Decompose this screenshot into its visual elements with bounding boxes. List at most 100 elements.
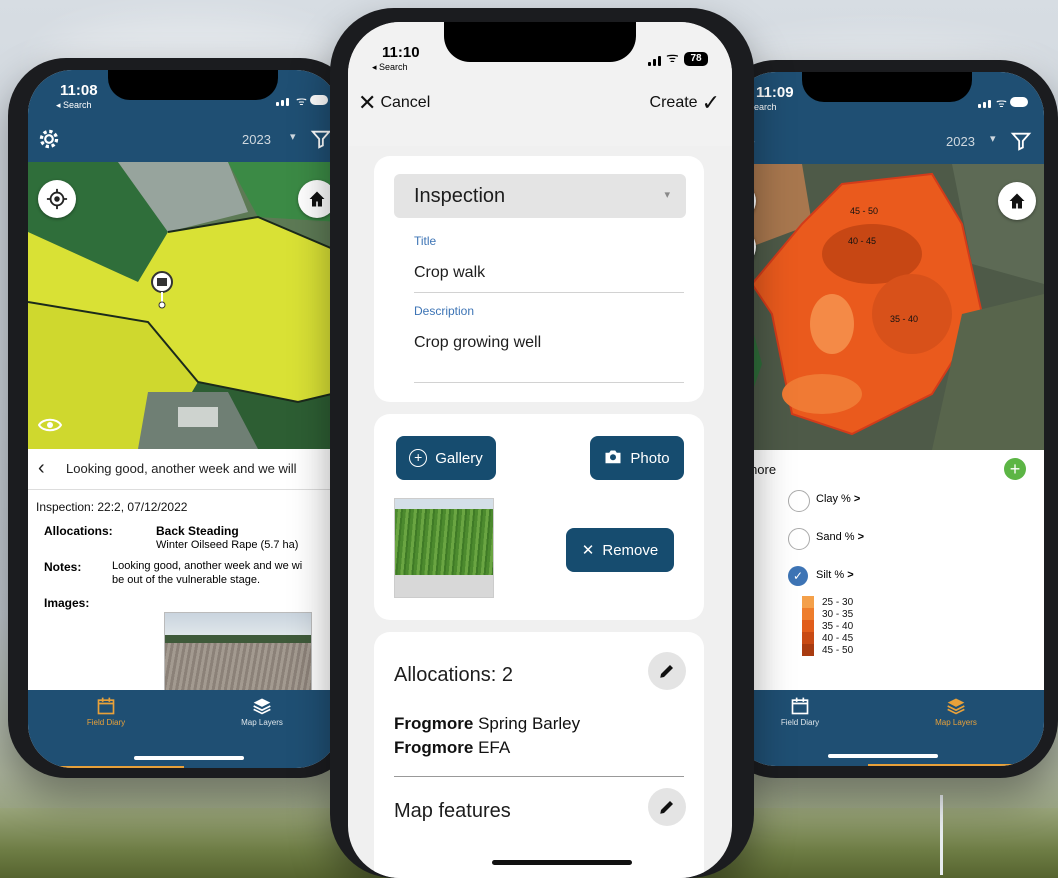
legend-row: 35 - 40 (802, 620, 853, 632)
layer-sand[interactable]: Sand % > (816, 531, 864, 543)
signal-icon (978, 98, 991, 108)
legend-swatch (802, 596, 814, 608)
layers-icon (184, 696, 340, 718)
selected-photo-thumbnail[interactable] (394, 498, 494, 598)
legend-swatch (802, 632, 814, 644)
battery-icon (1010, 97, 1028, 107)
gallery-button[interactable]: + Gallery (396, 436, 496, 480)
legend-label: 40 - 45 (822, 632, 854, 644)
home-icon[interactable] (998, 182, 1036, 220)
layers-icon (868, 696, 1044, 718)
edit-allocations-pencil-icon[interactable] (648, 652, 686, 690)
inspection-line: Inspection: 22:2, 07/12/2022 (36, 500, 188, 514)
tab-label: Map Layers (241, 718, 283, 727)
signal-icon (276, 96, 289, 106)
right-phone: 11:09 earch ᯤ 2023 ▾ 45 - 50 40 - 45 35 … (718, 60, 1058, 778)
remove-label: Remove (602, 541, 659, 559)
legend-label: 45 - 50 (822, 644, 854, 656)
remove-button[interactable]: ✕ Remove (566, 528, 674, 572)
legend-label: 30 - 35 (822, 608, 854, 620)
filter-icon[interactable] (310, 128, 332, 155)
back-to-search[interactable]: ◂ Search (56, 100, 92, 111)
battery-level: 78 (684, 52, 708, 66)
description-input[interactable]: Crop growing well (414, 334, 541, 352)
legend-row: 40 - 45 (802, 632, 853, 644)
filter-icon[interactable] (1010, 130, 1032, 157)
title-input[interactable]: Crop walk (414, 264, 485, 282)
tab-bar: Field Diary Map Layers (28, 690, 340, 768)
home-indicator (492, 860, 632, 865)
eye-icon[interactable] (37, 417, 63, 438)
edit-map-features-pencil-icon[interactable] (648, 788, 686, 826)
notch (444, 22, 636, 62)
photo-button[interactable]: Photo (590, 436, 684, 480)
cancel-button[interactable]: ✕ Cancel (358, 90, 431, 115)
inspection-pin-icon[interactable] (150, 270, 174, 315)
notes-label: Notes: (44, 560, 82, 574)
type-select[interactable]: Inspection ▾ (394, 174, 686, 218)
gallery-label: Gallery (435, 449, 483, 467)
images-label: Images: (44, 596, 90, 610)
left-phone-screen: 11:08 ◂ Search ᯤ 2023 ▾ ‹ Looking good, … (28, 70, 340, 768)
legend-row: 25 - 30 (802, 596, 853, 608)
allocation-crop: Winter Oilseed Rape (5.7 ha) (156, 539, 299, 551)
map-features-title: Map features (394, 800, 511, 822)
zone-label: 45 - 50 (850, 206, 879, 216)
chevron-down-icon: ▾ (664, 189, 670, 201)
locate-me-icon[interactable] (38, 180, 76, 218)
notes-line-1: Looking good, another week and we wi (112, 560, 303, 572)
center-phone: 11:10 ◂ Search ᯤ 78 ✕ Cancel Create ✓ In… (330, 8, 754, 878)
radio-clay[interactable] (788, 490, 810, 512)
legend-label: 25 - 30 (822, 596, 854, 608)
settings-gear-icon[interactable] (36, 126, 62, 152)
chevron-down-icon: ▾ (990, 133, 996, 145)
notes-line-2: be out of the vulnerable stage. (112, 574, 260, 586)
allocations-title: Allocations: 2 (394, 664, 513, 686)
field-map[interactable] (28, 162, 340, 449)
zone-label: 40 - 45 (848, 236, 877, 246)
back-to-search[interactable]: ◂ Search (372, 62, 408, 73)
year-selector[interactable]: 2023 (242, 132, 271, 147)
notch (802, 72, 972, 102)
status-time: 11:10 (382, 44, 420, 61)
checkmark-icon: ✓ (701, 90, 720, 115)
close-icon: ✕ (358, 90, 377, 115)
center-phone-screen: 11:10 ◂ Search ᯤ 78 ✕ Cancel Create ✓ In… (348, 22, 732, 878)
create-button[interactable]: Create ✓ (650, 90, 720, 115)
entry-header: ‹ Looking good, another week and we will (28, 449, 340, 490)
tab-label: Map Layers (935, 718, 977, 727)
silt-legend: 25 - 30 30 - 35 35 - 40 40 - 45 45 - 50 (802, 596, 853, 656)
allocations-label: Allocations: (44, 524, 113, 538)
allocation-item-1: Frogmore Spring Barley (394, 714, 581, 733)
back-to-search[interactable]: earch (754, 102, 777, 112)
home-indicator (134, 756, 244, 760)
soil-map[interactable]: 45 - 50 40 - 45 35 - 40 (732, 164, 1044, 450)
wifi-icon: ᯤ (296, 94, 307, 108)
zone-label: 35 - 40 (890, 314, 919, 324)
allocations-card: Allocations: 2 Frogmore Spring Barley Fr… (374, 632, 704, 878)
title-label: Title (414, 234, 437, 248)
right-phone-screen: 11:09 earch ᯤ 2023 ▾ 45 - 50 40 - 45 35 … (732, 72, 1044, 766)
allocation-field: Back Steading (156, 524, 239, 538)
add-plus-icon[interactable]: + (1004, 458, 1026, 480)
battery-icon (310, 95, 328, 105)
radio-sand[interactable] (788, 528, 810, 550)
left-phone: 11:08 ◂ Search ᯤ 2023 ▾ ‹ Looking good, … (8, 58, 358, 778)
status-time: 11:09 (756, 84, 794, 101)
year-selector[interactable]: 2023 (946, 134, 975, 149)
allocation-item-2: Frogmore EFA (394, 738, 511, 757)
tab-bar: Field Diary Map Layers (732, 690, 1044, 766)
wifi-icon: ᯤ (666, 49, 679, 65)
notch (108, 70, 278, 100)
close-icon: ✕ (581, 542, 595, 559)
back-chevron-icon[interactable]: ‹ (38, 457, 45, 480)
legend-label: 35 - 40 (822, 620, 854, 632)
layer-silt[interactable]: Silt % > (816, 569, 854, 581)
tab-label: Field Diary (86, 718, 126, 727)
layer-clay[interactable]: Clay % > (816, 493, 860, 505)
chevron-down-icon: ▾ (290, 131, 296, 143)
photo-label: Photo (630, 449, 670, 467)
cancel-label: Cancel (380, 94, 431, 111)
legend-swatch (802, 608, 814, 620)
radio-silt-checked[interactable]: ✓ (788, 566, 808, 586)
